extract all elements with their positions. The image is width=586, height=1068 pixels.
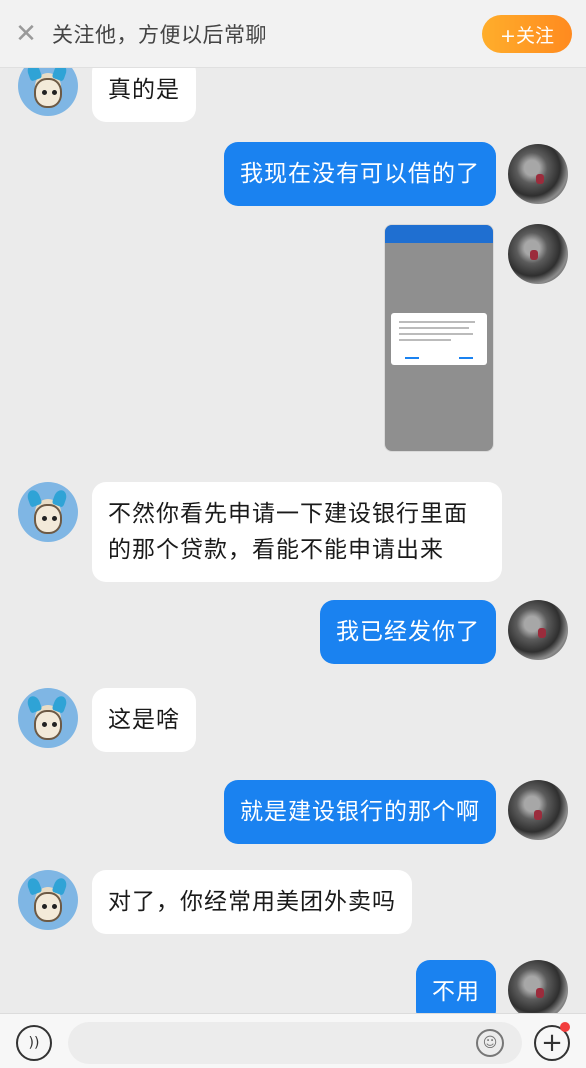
user-avatar[interactable] (508, 224, 568, 284)
user-avatar[interactable] (508, 144, 568, 204)
outgoing-message[interactable]: 我现在没有可以借的了 (224, 142, 496, 206)
follow-prompt-text: 关注他，方便以后常聊 (52, 22, 267, 47)
incoming-message[interactable]: 这是啥 (92, 688, 196, 752)
user-avatar[interactable] (508, 780, 568, 840)
emoji-icon[interactable]: ☺ (476, 1029, 504, 1057)
notification-dot (560, 1022, 570, 1032)
contact-avatar[interactable] (18, 68, 78, 116)
message-input[interactable] (68, 1022, 522, 1064)
outgoing-message[interactable]: 我已经发你了 (320, 600, 496, 664)
voice-icon[interactable]: )) (16, 1025, 52, 1061)
follow-button[interactable]: +关注 (482, 15, 572, 53)
image-thumbnail-header (385, 225, 493, 243)
input-bar: )) ☺ + (0, 1013, 586, 1068)
follow-banner: ✕ 关注他，方便以后常聊 +关注 (0, 0, 586, 68)
contact-avatar[interactable] (18, 688, 78, 748)
incoming-message[interactable]: 真的是 (92, 68, 196, 122)
outgoing-message[interactable]: 就是建设银行的那个啊 (224, 780, 496, 844)
contact-avatar[interactable] (18, 870, 78, 930)
chat-area[interactable]: 真的是 我现在没有可以借的了 不然你看先申请一下建设银行里面的那个贷款，看能不能… (0, 68, 586, 1013)
incoming-message[interactable]: 不然你看先申请一下建设银行里面的那个贷款，看能不能申请出来 (92, 482, 502, 582)
user-avatar[interactable] (508, 960, 568, 1013)
outgoing-message[interactable]: 不用 (416, 960, 496, 1013)
contact-avatar[interactable] (18, 482, 78, 542)
close-icon[interactable]: ✕ (0, 0, 52, 68)
incoming-message[interactable]: 对了，你经常用美团外卖吗 (92, 870, 412, 934)
user-avatar[interactable] (508, 600, 568, 660)
image-message[interactable] (384, 224, 494, 452)
image-thumbnail-dialog (391, 313, 487, 365)
